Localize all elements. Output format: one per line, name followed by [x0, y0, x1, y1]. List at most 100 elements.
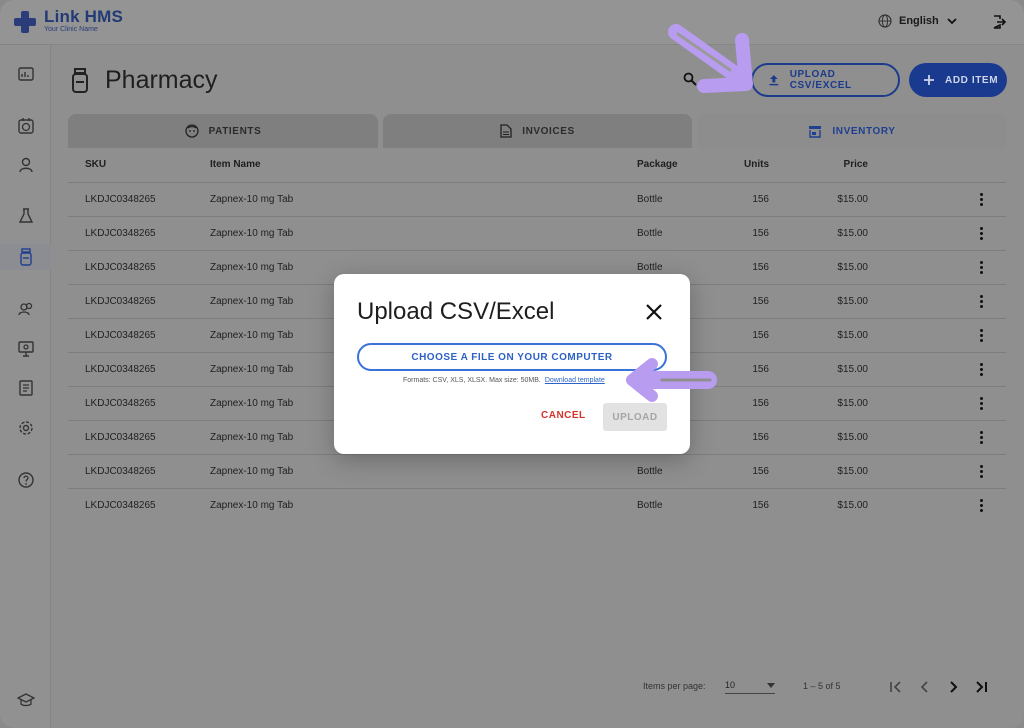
more-options-icon[interactable]: [978, 465, 984, 479]
monitor-icon[interactable]: [16, 339, 36, 359]
tab-patients[interactable]: PATIENTS: [68, 114, 378, 148]
staff-icon[interactable]: [16, 299, 36, 319]
reports-icon[interactable]: [16, 378, 36, 398]
patient-icon[interactable]: [16, 155, 36, 175]
column-header-sku[interactable]: SKU: [85, 159, 106, 170]
more-options-icon[interactable]: [978, 431, 984, 445]
document-icon: [500, 124, 512, 138]
units-cell: 156: [752, 398, 769, 409]
more-options-icon[interactable]: [978, 397, 984, 411]
table-row[interactable]: LKDJC0348265 Zapnex-10 mg Tab Bottle 156 $15…: [68, 488, 1006, 522]
sku-cell: LKDJC0348265: [85, 500, 156, 511]
sku-cell: LKDJC0348265: [85, 194, 156, 205]
brand-tagline: Your Clinic Name: [44, 26, 98, 33]
package-cell: Bottle: [637, 194, 663, 205]
package-cell: Bottle: [637, 466, 663, 477]
education-icon[interactable]: [16, 690, 36, 710]
price-cell: $15.00: [837, 262, 868, 273]
package-cell: Bottle: [637, 228, 663, 239]
price-cell: $15.00: [837, 466, 868, 477]
help-icon[interactable]: [16, 470, 36, 490]
units-cell: 156: [752, 432, 769, 443]
download-template-link[interactable]: Download template: [545, 377, 605, 384]
units-cell: 156: [752, 330, 769, 341]
upload-icon: [769, 75, 779, 86]
item-name-cell: Zapnex-10 mg Tab: [210, 364, 294, 375]
dashboard-icon[interactable]: [16, 64, 36, 84]
brand-name: Link HMS: [44, 7, 124, 26]
units-cell: 156: [752, 296, 769, 307]
upload-csv-label: UPLOAD CSV/EXCEL: [789, 69, 852, 91]
item-name-cell: Zapnex-10 mg Tab: [210, 432, 294, 443]
page-range: 1 – 5 of 5: [803, 681, 841, 691]
items-per-page-label: Items per page:: [643, 681, 706, 691]
store-icon: [809, 125, 822, 138]
price-cell: $15.00: [837, 228, 868, 239]
table-row[interactable]: LKDJC0348265 Zapnex-10 mg Tab Bottle 156 $15…: [68, 216, 1006, 250]
first-page-icon[interactable]: [889, 680, 903, 694]
annotation-arrow-template-icon: [626, 358, 717, 402]
item-name-cell: Zapnex-10 mg Tab: [210, 194, 294, 205]
sku-cell: LKDJC0348265: [85, 466, 156, 477]
price-cell: $15.00: [837, 194, 868, 205]
item-name-cell: Zapnex-10 mg Tab: [210, 228, 294, 239]
tab-invoices[interactable]: INVOICES: [383, 114, 692, 148]
close-icon[interactable]: [645, 303, 663, 321]
upload-csv-button[interactable]: UPLOAD CSV/EXCEL: [751, 63, 900, 97]
settings-icon[interactable]: [16, 418, 36, 438]
appointments-icon[interactable]: [16, 116, 36, 136]
price-cell: $15.00: [837, 500, 868, 511]
next-page-icon[interactable]: [946, 680, 960, 694]
sku-cell: LKDJC0348265: [85, 296, 156, 307]
previous-page-icon[interactable]: [918, 680, 932, 694]
package-cell: Bottle: [637, 262, 663, 273]
column-header-units[interactable]: Units: [744, 159, 769, 170]
item-name-cell: Zapnex-10 mg Tab: [210, 296, 294, 307]
units-cell: 156: [752, 194, 769, 205]
last-page-icon[interactable]: [974, 680, 988, 694]
language-label: English: [899, 15, 939, 27]
logout-icon[interactable]: [991, 14, 1007, 30]
items-per-page-select[interactable]: 10: [725, 680, 775, 694]
sku-cell: LKDJC0348265: [85, 398, 156, 409]
more-options-icon[interactable]: [978, 227, 984, 241]
plus-icon: [924, 75, 934, 85]
add-item-label: ADD ITEM: [945, 74, 999, 86]
annotation-arrow-upload-icon: [668, 24, 753, 93]
more-options-icon[interactable]: [978, 499, 984, 513]
logo[interactable]: Link HMS Your Clinic Name: [14, 8, 123, 34]
units-cell: 156: [752, 228, 769, 239]
tab-bar: PATIENTS INVOICES INVENTORY: [68, 114, 1006, 148]
more-options-icon[interactable]: [978, 363, 984, 377]
column-header-package[interactable]: Package: [637, 159, 678, 170]
column-header-name[interactable]: Item Name: [210, 159, 261, 170]
sku-cell: LKDJC0348265: [85, 330, 156, 341]
column-header-price[interactable]: Price: [828, 159, 868, 170]
add-item-button[interactable]: ADD ITEM: [909, 63, 1007, 97]
units-cell: 156: [752, 262, 769, 273]
tab-inventory[interactable]: INVENTORY: [698, 114, 1006, 148]
cancel-button[interactable]: CANCEL: [541, 410, 586, 421]
more-options-icon[interactable]: [978, 329, 984, 343]
table-row[interactable]: LKDJC0348265 Zapnex-10 mg Tab Bottle 156 $15…: [68, 454, 1006, 488]
pharmacy-icon[interactable]: [16, 247, 36, 267]
more-options-icon[interactable]: [978, 261, 984, 275]
price-cell: $15.00: [837, 398, 868, 409]
chevron-down-icon: [947, 18, 957, 25]
item-name-cell: Zapnex-10 mg Tab: [210, 500, 294, 511]
upload-button[interactable]: UPLOAD: [603, 403, 667, 431]
table-row[interactable]: LKDJC0348265 Zapnex-10 mg Tab Bottle 156 $15…: [68, 182, 1006, 216]
item-name-cell: Zapnex-10 mg Tab: [210, 466, 294, 477]
items-per-page-value: 10: [725, 680, 736, 690]
sidebar: [0, 45, 51, 728]
pharmacy-bottle-icon: [72, 68, 88, 93]
sku-cell: LKDJC0348265: [85, 262, 156, 273]
formats-hint: Formats: CSV, XLS, XLSX. Max size: 50MB.…: [403, 377, 605, 384]
item-name-cell: Zapnex-10 mg Tab: [210, 262, 294, 273]
lab-icon[interactable]: [16, 206, 36, 226]
choose-file-button[interactable]: CHOOSE A FILE ON YOUR COMPUTER: [357, 343, 667, 371]
more-options-icon[interactable]: [978, 295, 984, 309]
more-options-icon[interactable]: [978, 193, 984, 207]
units-cell: 156: [752, 500, 769, 511]
language-selector[interactable]: English: [878, 14, 958, 28]
